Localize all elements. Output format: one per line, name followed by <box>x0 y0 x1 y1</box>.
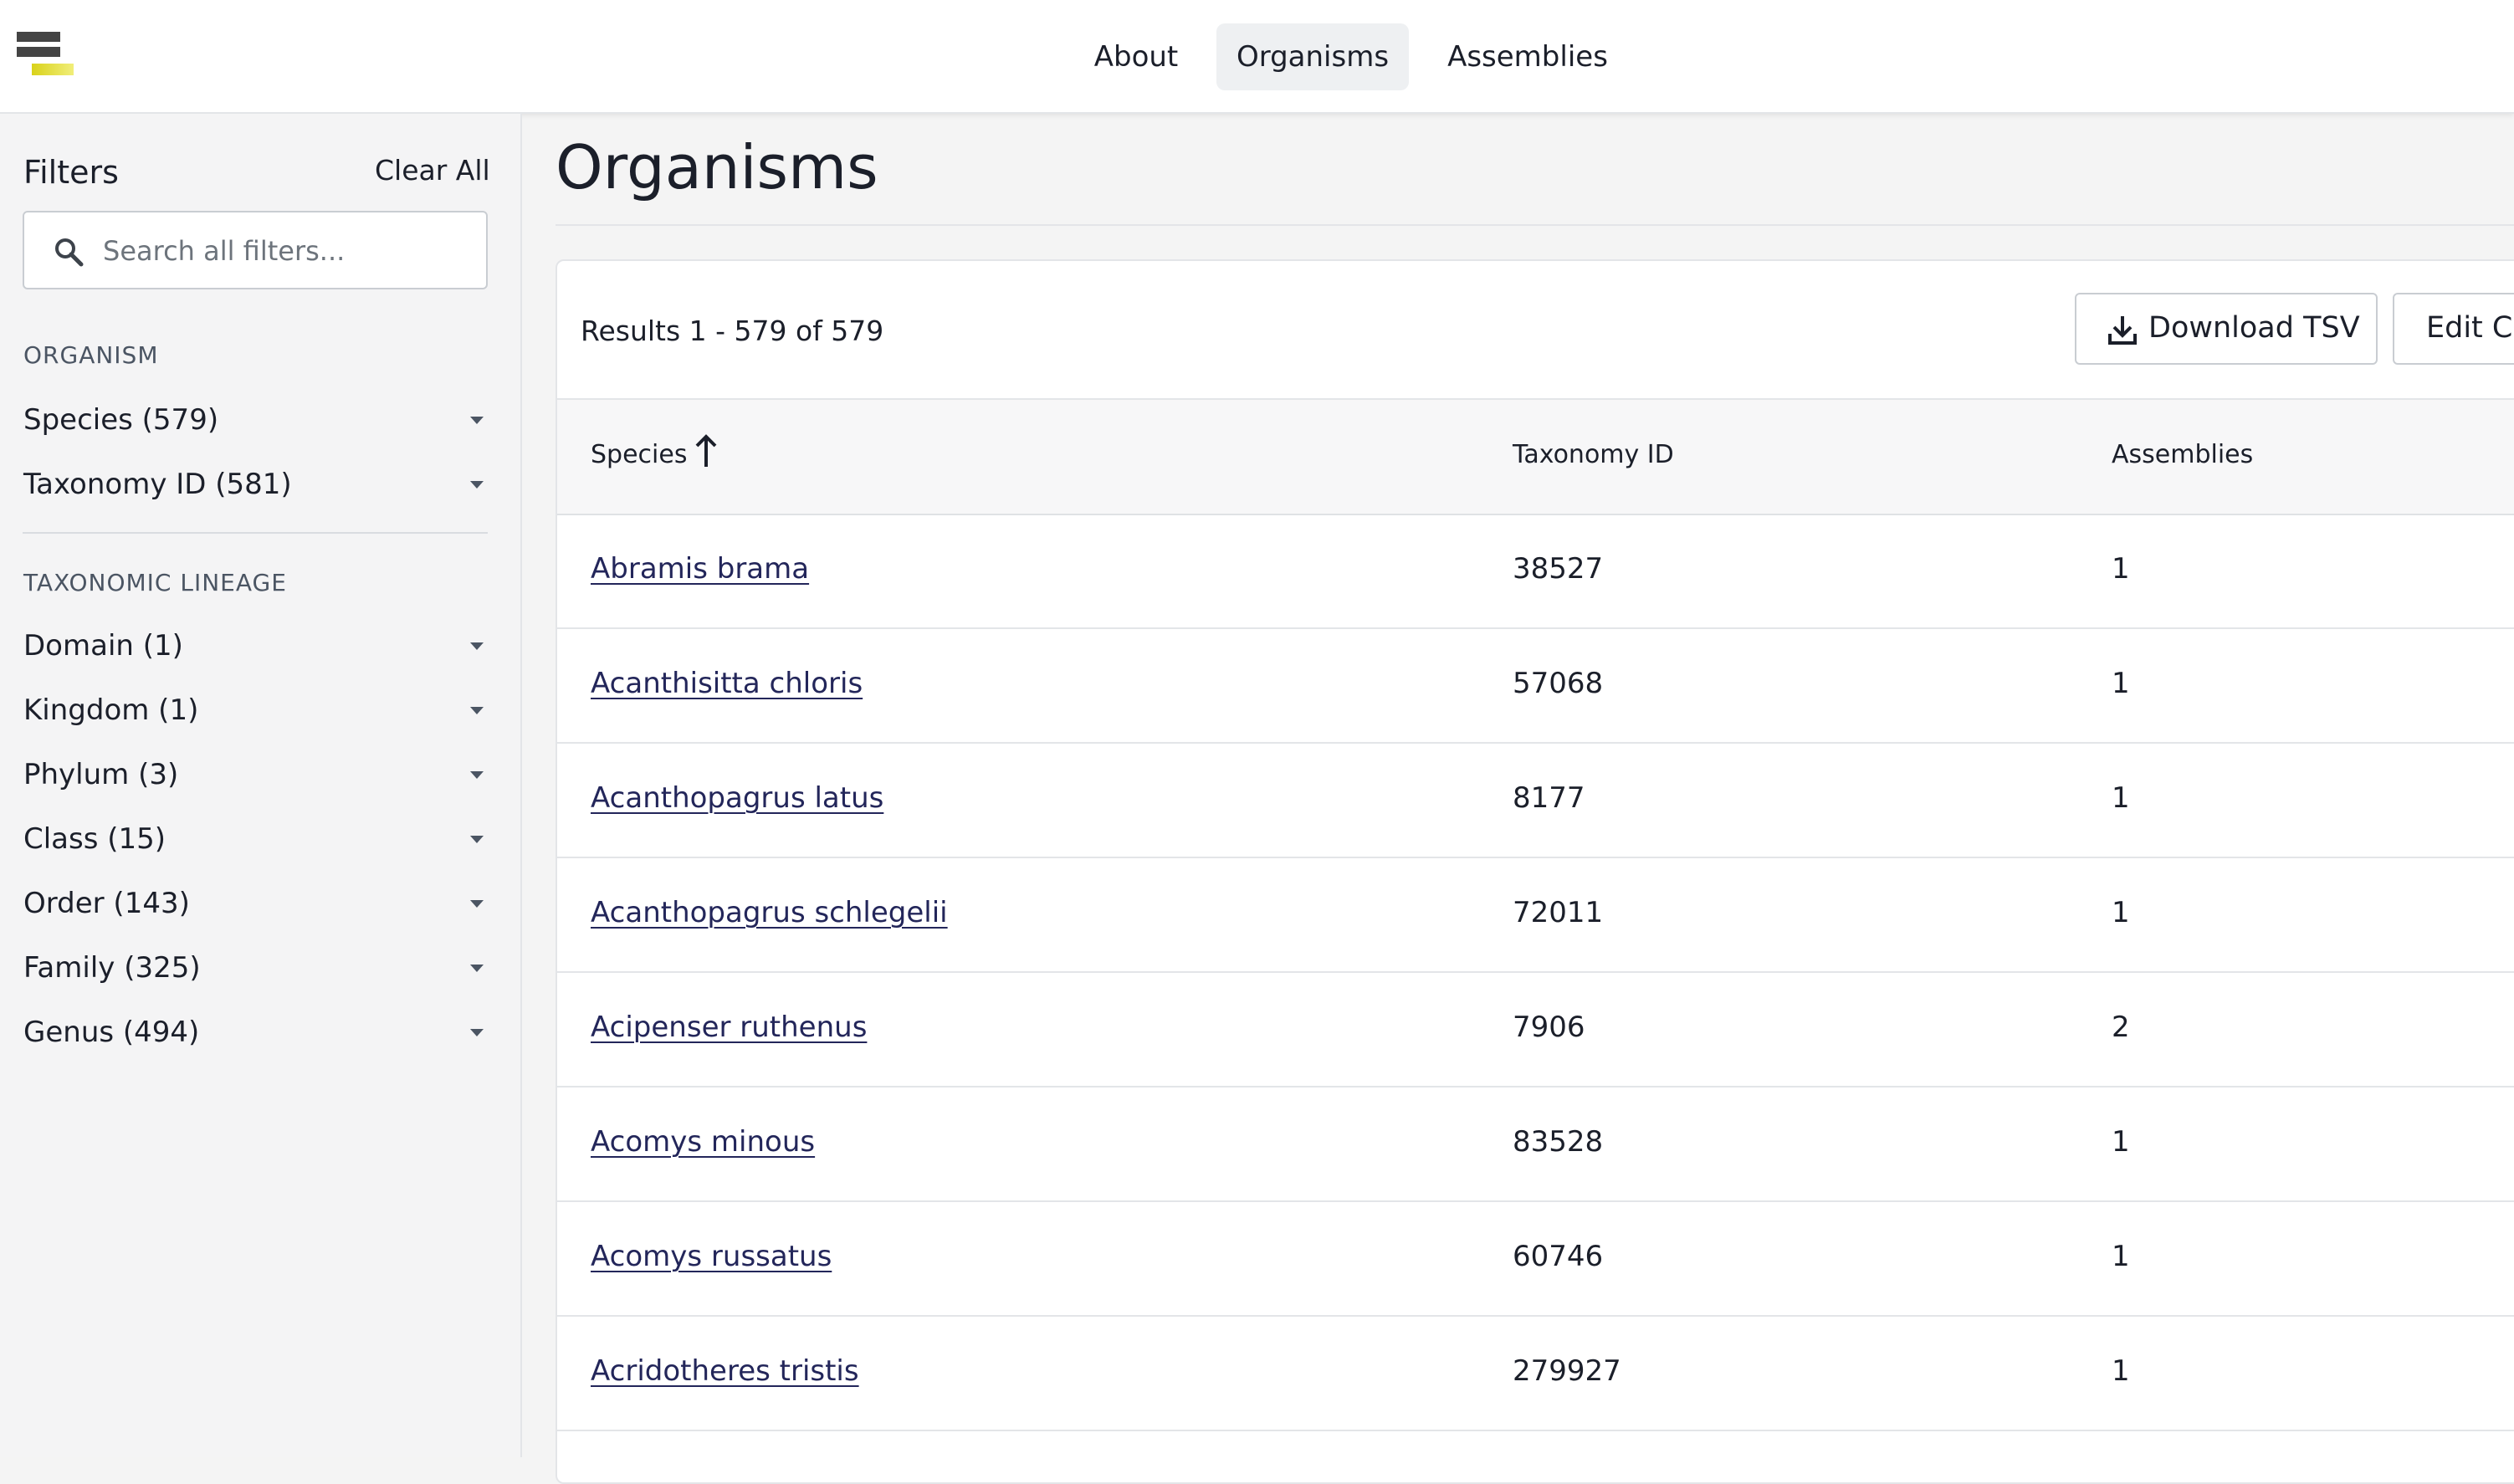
species-link[interactable]: Acanthisitta chloris <box>591 667 863 700</box>
caret-down-icon <box>470 481 484 489</box>
section-label-taxonomic-lineage: TAXONOMIC LINEAGE <box>23 569 287 596</box>
filter-domain[interactable]: Domain (1) <box>23 621 489 671</box>
clear-all-button[interactable]: Clear All <box>375 154 490 187</box>
taxonomy-id-cell: 8177 <box>1513 781 1585 815</box>
filter-taxonomy-id[interactable]: Taxonomy ID (581) <box>23 459 489 509</box>
results-card: Results 1 - 579 of 579 Download TSV Edit… <box>556 259 2514 1484</box>
taxonomy-id-cell: 57068 <box>1513 667 1604 700</box>
table-row: Acomys minous 83528 1 <box>557 1087 2514 1202</box>
caret-down-icon <box>470 707 484 714</box>
download-tsv-button[interactable]: Download TSV <box>2075 293 2378 365</box>
column-header-taxonomy-id[interactable]: Taxonomy ID <box>1513 440 1674 469</box>
filter-class[interactable]: Class (15) <box>23 814 489 864</box>
edit-columns-label: Edit Co <box>2426 311 2514 345</box>
filters-title: Filters <box>23 154 119 191</box>
caret-down-icon <box>470 965 484 972</box>
results-count: Results 1 - 579 of 579 <box>581 315 884 347</box>
caret-down-icon <box>470 900 484 908</box>
filter-label: Taxonomy ID (581) <box>23 468 292 501</box>
table-row: Acipenser ruthenus 7906 2 <box>557 972 2514 1087</box>
main-nav: About Organisms Assemblies <box>0 23 2514 90</box>
nav-organisms[interactable]: Organisms <box>1216 23 1409 90</box>
assemblies-cell: 1 <box>2112 1354 2130 1388</box>
filters-sidebar: Filters Clear All ORGANISM Species (579)… <box>0 114 522 1457</box>
filter-label: Class (15) <box>23 822 166 856</box>
species-link[interactable]: Acridotheres tristis <box>591 1354 859 1388</box>
caret-down-icon <box>470 417 484 424</box>
caret-down-icon <box>470 1029 484 1036</box>
assemblies-cell: 1 <box>2112 781 2130 815</box>
taxonomy-id-cell: 72011 <box>1513 896 1604 929</box>
table-row: Acomys russatus 60746 1 <box>557 1201 2514 1317</box>
taxonomy-id-cell: 7906 <box>1513 1011 1585 1044</box>
top-header: About Organisms Assemblies <box>0 0 2514 114</box>
assemblies-cell: 1 <box>2112 1240 2130 1273</box>
filter-label: Domain (1) <box>23 629 183 663</box>
filter-search-input[interactable] <box>101 221 473 281</box>
nav-assemblies[interactable]: Assemblies <box>1434 23 1621 90</box>
caret-down-icon <box>470 642 484 650</box>
assemblies-cell: 1 <box>2112 667 2130 700</box>
assemblies-cell: 2 <box>2112 1011 2130 1044</box>
species-link[interactable]: Acipenser ruthenus <box>591 1011 867 1044</box>
filter-label: Species (579) <box>23 403 219 437</box>
search-icon <box>55 238 84 267</box>
taxonomy-id-cell: 83528 <box>1513 1125 1604 1159</box>
species-link[interactable]: Abramis brama <box>591 552 809 586</box>
section-label-organism: ORGANISM <box>23 341 159 369</box>
taxonomy-id-cell: 279927 <box>1513 1354 1621 1388</box>
filter-order[interactable]: Order (143) <box>23 878 489 929</box>
filter-kingdom[interactable]: Kingdom (1) <box>23 685 489 735</box>
filter-genus[interactable]: Genus (494) <box>23 1007 489 1057</box>
species-link[interactable]: Acanthopagrus latus <box>591 781 883 815</box>
species-link[interactable]: Acanthopagrus schlegelii <box>591 896 948 929</box>
column-header-species[interactable]: Species <box>591 440 687 469</box>
filter-label: Genus (494) <box>23 1016 200 1049</box>
assemblies-cell: 1 <box>2112 552 2130 586</box>
filter-phylum[interactable]: Phylum (3) <box>23 750 489 800</box>
filter-label: Family (325) <box>23 951 201 985</box>
download-tsv-label: Download TSV <box>2148 311 2360 345</box>
column-header-assemblies[interactable]: Assemblies <box>2112 440 2253 469</box>
edit-columns-button[interactable]: Edit Co <box>2393 293 2514 365</box>
filter-family[interactable]: Family (325) <box>23 943 489 993</box>
table-row: Acridotheres tristis 279927 1 <box>557 1316 2514 1431</box>
title-divider <box>556 224 2514 226</box>
filter-species[interactable]: Species (579) <box>23 395 489 445</box>
table-row: Acanthisitta chloris 57068 1 <box>557 628 2514 744</box>
species-link[interactable]: Acomys minous <box>591 1125 815 1159</box>
caret-down-icon <box>470 836 484 843</box>
sort-ascending-arrow-icon[interactable] <box>694 433 718 468</box>
filter-search-box[interactable] <box>23 211 488 289</box>
table-row: Acanthopagrus schlegelii 72011 1 <box>557 857 2514 973</box>
filter-label: Phylum (3) <box>23 758 179 791</box>
caret-down-icon <box>470 771 484 779</box>
taxonomy-id-cell: 38527 <box>1513 552 1604 586</box>
taxonomy-id-cell: 60746 <box>1513 1240 1604 1273</box>
filter-label: Kingdom (1) <box>23 693 199 727</box>
section-divider <box>23 532 488 534</box>
table-header: Species Taxonomy ID Assemblies <box>557 398 2514 515</box>
nav-about[interactable]: About <box>1084 23 1188 90</box>
assemblies-cell: 1 <box>2112 1125 2130 1159</box>
download-icon <box>2108 316 2137 345</box>
page-title: Organisms <box>556 132 878 202</box>
assemblies-cell: 1 <box>2112 896 2130 929</box>
table-row: Acanthopagrus latus 8177 1 <box>557 743 2514 858</box>
species-link[interactable]: Acomys russatus <box>591 1240 832 1273</box>
filter-label: Order (143) <box>23 887 190 920</box>
table-row: Abramis brama 38527 1 <box>557 514 2514 629</box>
